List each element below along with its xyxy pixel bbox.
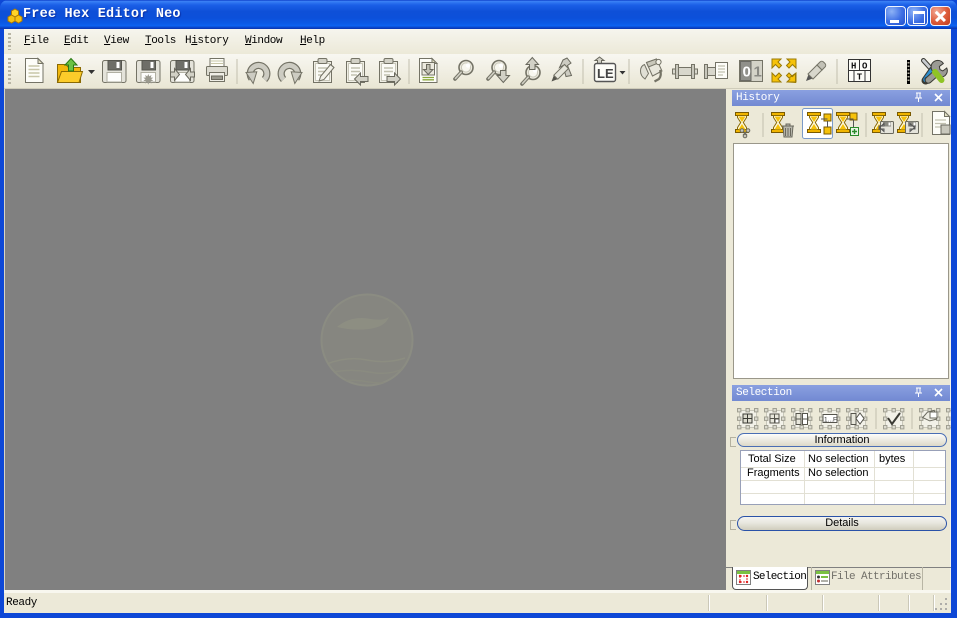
svg-text:1: 1 bbox=[754, 64, 762, 81]
svg-text:0: 0 bbox=[743, 64, 751, 81]
svg-text:O: O bbox=[862, 62, 868, 72]
svg-text:T: T bbox=[857, 73, 863, 83]
svg-text:H: H bbox=[851, 62, 856, 72]
svg-text:LE: LE bbox=[597, 66, 614, 81]
svg-text:1...F: 1...F bbox=[824, 417, 837, 424]
